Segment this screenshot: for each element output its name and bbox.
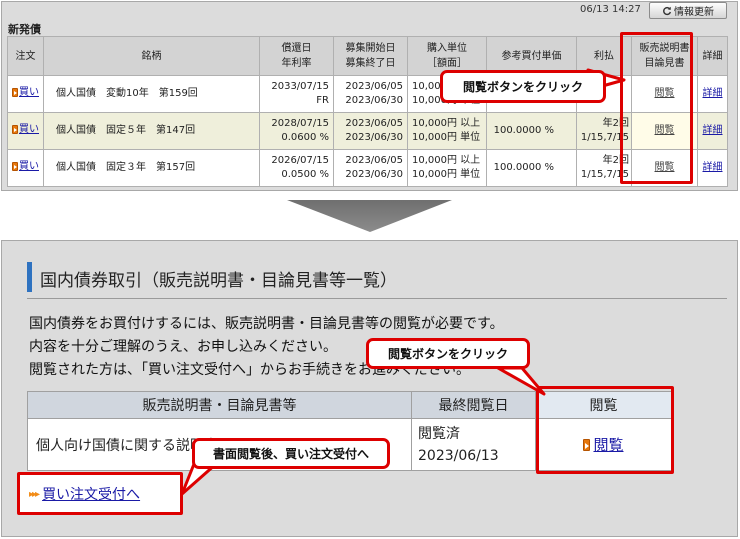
redemption-cell: 2028/07/15 0.0600 % — [259, 112, 334, 150]
detail-link[interactable]: 詳細 — [703, 125, 723, 136]
ref-price-cell: 100.0000 % — [486, 149, 577, 187]
orange-arrow-icon — [12, 88, 18, 98]
title-accent-bar — [27, 262, 32, 292]
page-title: 国内債券取引（販売説明書・目論見書等一覧） — [40, 271, 397, 291]
recruit-cell: 2023/06/05 2023/06/30 — [333, 112, 408, 150]
recruit-cell: 2023/06/05 2023/06/30 — [333, 149, 408, 187]
detail-cell: 詳細 — [697, 112, 728, 150]
col-order: 注文 — [7, 36, 44, 76]
col-redemption: 償還日 年利率 — [259, 36, 334, 76]
buy-link[interactable]: 買い — [12, 160, 39, 174]
triple-chevron-icon: ▸▸▸ — [29, 488, 40, 500]
view-callout: 閲覧ボタンをクリック — [366, 338, 530, 369]
bond-name: 個人国債 変動10年 第159回 — [43, 75, 260, 113]
instruction-line: 国内債券をお買付けするには、販売説明書・目論見書等の閲覧が必要です。 — [29, 316, 504, 332]
buy-link[interactable]: 買い — [12, 123, 39, 137]
col-docs: 販売説明書・目論見書等 — [27, 391, 412, 419]
buy-link[interactable]: 買い — [12, 86, 39, 100]
instruction-line: 内容を十分ご理解のうえ、お申し込みください。 — [29, 339, 337, 355]
detail-cell: 詳細 — [697, 149, 728, 187]
last-viewed-cell: 閲覧済 2023/06/13 — [411, 418, 536, 471]
bond-name: 個人国債 固定３年 第157回 — [43, 149, 260, 187]
unit-cell: 10,000円 以上10,000円 単位 — [407, 112, 487, 150]
refresh-icon — [663, 6, 672, 15]
col-recruit: 募集開始日 募集終了日 — [333, 36, 408, 76]
view-column-highlight — [536, 386, 674, 474]
detail-link[interactable]: 詳細 — [703, 88, 723, 99]
ref-price-cell: 100.0000 % — [486, 112, 577, 150]
redemption-cell: 2026/07/15 0.0500 % — [259, 149, 334, 187]
col-name: 銘柄 — [43, 36, 260, 76]
top-callout: 閲覧ボタンをクリック — [440, 70, 606, 103]
recruit-cell: 2023/06/05 2023/06/30 — [333, 75, 408, 113]
refresh-button[interactable]: 情報更新 — [649, 2, 727, 19]
detail-link[interactable]: 詳細 — [703, 162, 723, 173]
title-divider — [27, 298, 727, 299]
order-callout: 書面閲覧後、買い注文受付へ — [192, 438, 390, 469]
refresh-button-label: 情報更新 — [674, 7, 714, 18]
redemption-cell: 2033/07/15 FR — [259, 75, 334, 113]
orange-arrow-icon — [12, 125, 18, 135]
buy-order-link[interactable]: ▸▸▸ 買い注文受付へ — [29, 484, 140, 504]
bond-name: 個人国債 固定５年 第147回 — [43, 112, 260, 150]
callout-tail — [496, 366, 546, 396]
docs-column-highlight — [620, 32, 693, 184]
next-step-arrow-icon — [287, 200, 452, 232]
update-timestamp: 06/13 14:27 — [580, 4, 641, 15]
orange-arrow-icon — [12, 162, 18, 172]
detail-cell: 詳細 — [697, 75, 728, 113]
section-title: 新発債 — [8, 23, 41, 36]
col-detail: 詳細 — [697, 36, 728, 76]
unit-cell: 10,000円 以上10,000円 単位 — [407, 149, 487, 187]
